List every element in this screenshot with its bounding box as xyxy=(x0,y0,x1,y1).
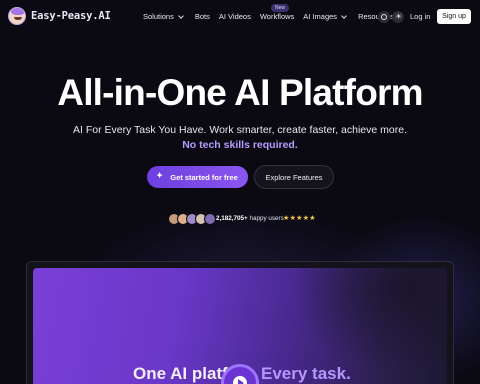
nav-item-ai-images[interactable]: AI Images xyxy=(303,12,347,21)
sun-icon: ☀ xyxy=(395,12,403,21)
get-started-label: Get started for free xyxy=(170,172,238,182)
brand-name: Easy-Peasy.AI xyxy=(31,10,111,22)
nav-item-solutions[interactable]: Solutions xyxy=(143,12,184,21)
nav-item-label: Bots xyxy=(194,12,210,21)
globe-icon xyxy=(381,14,387,20)
chevron-down-icon xyxy=(341,12,347,19)
nav-item-workflows[interactable]: Workflows xyxy=(260,12,294,21)
get-started-button[interactable]: Get started for free xyxy=(147,166,248,188)
login-link[interactable]: Log in xyxy=(410,12,430,21)
main-menu: Solutions Bots AI Videos Workflows AI Im… xyxy=(143,12,413,21)
nav-item-label: AI Images xyxy=(303,12,338,21)
nav-item-label: AI Videos xyxy=(218,12,251,21)
rating-stars: ★★★★★ xyxy=(283,215,316,222)
top-nav: Easy-Peasy.AI Solutions Bots AI Videos W… xyxy=(0,0,480,34)
nav-item-bots[interactable]: Bots xyxy=(195,12,210,21)
video-preview[interactable]: One AI platf Every task. xyxy=(33,268,447,384)
nav-item-label: Workflows xyxy=(259,12,295,21)
explore-features-button[interactable]: Explore Features xyxy=(254,165,334,189)
brand-logo[interactable]: Easy-Peasy.AI xyxy=(8,7,111,25)
hero-highlight: No tech skills required. xyxy=(182,139,298,151)
avatar xyxy=(204,213,216,225)
preview-text-left: One AI platf xyxy=(133,364,228,383)
nav-item-label: Solutions xyxy=(143,12,174,21)
happy-users-text: 2,182,705+ happy users xyxy=(216,215,284,222)
signup-button[interactable]: Sign up xyxy=(437,9,471,24)
nav-item-ai-videos[interactable]: AI Videos xyxy=(219,12,251,21)
hero-title: All-in-One AI Platform xyxy=(57,72,423,113)
hero-subtitle: AI For Every Task You Have. Work smarter… xyxy=(72,124,407,136)
user-count: 2,182,705+ xyxy=(216,215,248,222)
chevron-down-icon xyxy=(178,12,184,19)
user-avatars xyxy=(168,213,216,225)
language-button[interactable] xyxy=(378,11,390,23)
theme-toggle-button[interactable]: ☀ xyxy=(392,11,404,23)
sparkle-icon xyxy=(156,171,164,181)
user-count-suffix: happy users xyxy=(247,215,284,222)
logo-mascot-icon xyxy=(8,7,26,25)
new-badge: New xyxy=(271,4,290,12)
preview-text-right: Every task. xyxy=(261,364,351,383)
play-icon xyxy=(233,376,247,384)
